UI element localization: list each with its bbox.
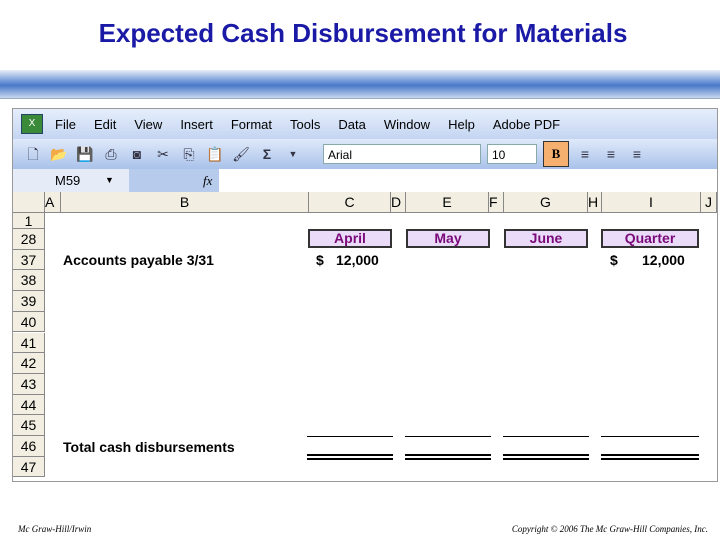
font-select[interactable]: Arial: [323, 144, 481, 164]
row-header-37[interactable]: 37: [13, 249, 45, 271]
row-header-44[interactable]: 44: [13, 394, 45, 416]
select-all[interactable]: [13, 192, 45, 213]
double-underline-quarter: [601, 454, 699, 460]
name-box-value: M59: [55, 173, 81, 188]
total-label[interactable]: Total cash disbursements: [63, 439, 235, 455]
row-header-40[interactable]: 40: [13, 311, 45, 333]
header-april[interactable]: April: [308, 229, 392, 248]
row-header-41[interactable]: 41: [13, 332, 45, 354]
col-header-h[interactable]: H: [588, 192, 602, 213]
row-header-42[interactable]: 42: [13, 353, 45, 374]
cut-icon[interactable]: ✂: [153, 144, 173, 164]
print-icon[interactable]: ⎙: [101, 144, 121, 164]
menu-view[interactable]: View: [134, 117, 162, 132]
formula-bar: M59 ▼ fx: [13, 169, 717, 192]
menu-window[interactable]: Window: [384, 117, 430, 132]
underline-quarter: [601, 436, 699, 437]
menu-data[interactable]: Data: [338, 117, 365, 132]
format-painter-icon[interactable]: 🖌: [231, 144, 251, 164]
menu-file[interactable]: File: [55, 117, 76, 132]
row-header-43[interactable]: 43: [13, 373, 45, 395]
align-left-icon[interactable]: ≡: [575, 144, 595, 164]
name-box[interactable]: M59 ▼: [13, 169, 129, 192]
col-header-a[interactable]: A: [45, 192, 61, 213]
footer-publisher: Mc Graw-Hill/Irwin: [18, 524, 92, 534]
new-icon[interactable]: 🗋: [23, 144, 43, 164]
col-header-c[interactable]: C: [309, 192, 391, 213]
col-header-e[interactable]: E: [406, 192, 489, 213]
row-header-1[interactable]: 1: [13, 213, 45, 229]
header-may[interactable]: May: [406, 229, 490, 248]
header-quarter[interactable]: Quarter: [601, 229, 699, 248]
save-icon[interactable]: 💾: [75, 144, 95, 164]
menu-adobe-pdf[interactable]: Adobe PDF: [493, 117, 560, 132]
bold-button[interactable]: B: [543, 141, 569, 167]
paste-icon[interactable]: 📋: [205, 144, 225, 164]
row-header-47[interactable]: 47: [13, 456, 45, 478]
toolbar: 🗋 📂 💾 ⎙ ◙ ✂ ⎘ 📋 🖌 Σ ▼ Arial 10 B ≡ ≡ ≡: [13, 139, 717, 169]
menu-insert[interactable]: Insert: [180, 117, 213, 132]
slide-title: Expected Cash Disbursement for Materials: [98, 18, 628, 48]
col-header-d[interactable]: D: [391, 192, 406, 213]
menu-edit[interactable]: Edit: [94, 117, 116, 132]
quarter-dollar: $: [610, 252, 618, 268]
header-june[interactable]: June: [504, 229, 588, 248]
menu-format[interactable]: Format: [231, 117, 272, 132]
double-underline-june: [503, 454, 589, 460]
font-size-select[interactable]: 10: [487, 144, 537, 164]
open-icon[interactable]: 📂: [49, 144, 69, 164]
april-accounts-payable[interactable]: 12,000: [336, 252, 379, 268]
excel-icon[interactable]: X: [21, 114, 43, 134]
align-center-icon[interactable]: ≡: [601, 144, 621, 164]
col-header-i[interactable]: I: [602, 192, 701, 213]
row-header-39[interactable]: 39: [13, 291, 45, 312]
menu-tools[interactable]: Tools: [290, 117, 320, 132]
menu-bar: X File Edit View Insert Format Tools Dat…: [13, 109, 717, 139]
underline-june: [503, 436, 589, 437]
quarter-accounts-payable[interactable]: 12,000: [642, 252, 685, 268]
align-right-icon[interactable]: ≡: [627, 144, 647, 164]
underline-april: [307, 436, 393, 437]
col-header-b[interactable]: B: [61, 192, 309, 213]
april-dollar: $: [316, 252, 324, 268]
chevron-down-icon[interactable]: ▼: [105, 169, 114, 192]
row-header-28[interactable]: 28: [13, 229, 45, 250]
row-header-45[interactable]: 45: [13, 415, 45, 436]
autosum-icon[interactable]: Σ: [257, 144, 277, 164]
col-header-f[interactable]: F: [489, 192, 504, 213]
row-header-46[interactable]: 46: [13, 436, 45, 457]
accounts-payable-label[interactable]: Accounts payable 3/31: [63, 252, 214, 268]
col-header-g[interactable]: G: [504, 192, 588, 213]
copy-icon[interactable]: ⎘: [179, 144, 199, 164]
chevron-down-icon[interactable]: ▼: [283, 144, 303, 164]
excel-window: X File Edit View Insert Format Tools Dat…: [12, 108, 718, 482]
double-underline-april: [307, 454, 393, 460]
underline-may: [405, 436, 491, 437]
fx-button[interactable]: fx: [129, 169, 219, 192]
research-icon[interactable]: ◙: [127, 144, 147, 164]
footer-copyright: Copyright © 2006 The Mc Graw-Hill Compan…: [511, 524, 708, 534]
col-header-j[interactable]: J: [701, 192, 717, 213]
menu-help[interactable]: Help: [448, 117, 475, 132]
row-header-38[interactable]: 38: [13, 270, 45, 292]
fx-icon: fx: [203, 173, 213, 188]
double-underline-may: [405, 454, 491, 460]
decorative-band: [0, 70, 720, 99]
